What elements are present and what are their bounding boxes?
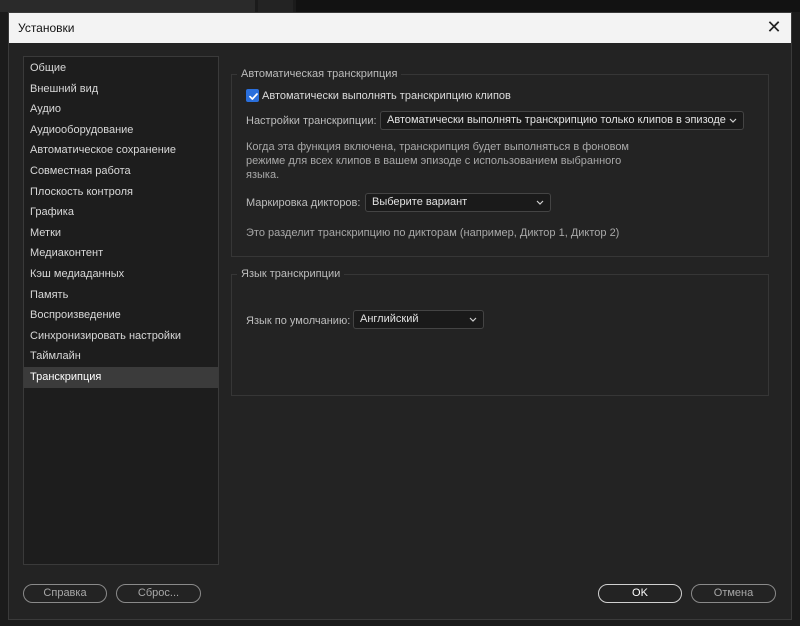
- sidebar-item-memory[interactable]: Память: [24, 285, 218, 306]
- sidebar-item-general[interactable]: Общие: [24, 58, 218, 79]
- chevron-down-icon: [536, 200, 544, 205]
- description-line: режиме для всех клипов в вашем эпизоде с…: [246, 155, 622, 167]
- cancel-button[interactable]: Отмена: [691, 584, 776, 603]
- dropdown-value: Автоматически выполнять транскрипцию тол…: [387, 114, 726, 126]
- sidebar-item-collaboration[interactable]: Совместная работа: [24, 161, 218, 182]
- reset-button[interactable]: Сброс...: [116, 584, 201, 603]
- close-button[interactable]: ✕: [757, 13, 791, 43]
- sidebar-item-timeline[interactable]: Таймлайн: [24, 346, 218, 367]
- auto-transcribe-label[interactable]: Автоматически выполнять транскрипцию кли…: [262, 89, 511, 103]
- group-title: Автоматическая транскрипция: [237, 68, 402, 81]
- background-panel: [296, 0, 800, 12]
- auto-transcription-description: Когда эта функция включена, транскрипция…: [246, 140, 629, 182]
- transcription-language-group: Язык транскрипции Язык по умолчанию: Анг…: [231, 268, 769, 396]
- chevron-down-icon: [469, 317, 477, 322]
- speaker-labeling-label: Маркировка дикторов:: [246, 197, 361, 209]
- sidebar-item-media-cache[interactable]: Кэш медиаданных: [24, 264, 218, 285]
- dialog-title: Установки: [18, 21, 75, 35]
- settings-label: Настройки транскрипции:: [246, 115, 377, 127]
- sidebar-item-sync-settings[interactable]: Синхронизировать настройки: [24, 326, 218, 347]
- description-line: языка.: [246, 169, 280, 181]
- dropdown-value: Английский: [360, 313, 419, 325]
- sidebar-item-control-surface[interactable]: Плоскость контроля: [24, 182, 218, 203]
- checkmark-icon: [249, 93, 258, 100]
- close-icon: ✕: [766, 17, 782, 37]
- dialog-titlebar: Установки: [9, 13, 791, 43]
- default-language-label: Язык по умолчанию:: [246, 315, 351, 327]
- group-title: Язык транскрипции: [237, 268, 345, 281]
- auto-transcription-group: Автоматическая транскрипция Автоматическ…: [231, 68, 769, 257]
- speaker-hint: Это разделит транскрипцию по дикторам (н…: [246, 227, 620, 239]
- sidebar-item-media[interactable]: Медиаконтент: [24, 243, 218, 264]
- sidebar-item-auto-save[interactable]: Автоматическое сохранение: [24, 140, 218, 161]
- sidebar-item-labels[interactable]: Метки: [24, 223, 218, 244]
- help-button[interactable]: Справка: [23, 584, 107, 603]
- speaker-labeling-dropdown[interactable]: Выберите вариант: [365, 193, 551, 212]
- sidebar-item-transcription[interactable]: Транскрипция: [24, 366, 218, 388]
- background-panel: [0, 0, 255, 12]
- sidebar-item-audio-hardware[interactable]: Аудиооборудование: [24, 120, 218, 141]
- dropdown-value: Выберите вариант: [372, 196, 468, 208]
- description-line: Когда эта функция включена, транскрипция…: [246, 141, 629, 153]
- preferences-sidebar: Общие Внешний вид Аудио Аудиооборудовани…: [23, 56, 219, 565]
- background-panel: [258, 0, 293, 12]
- transcription-settings-dropdown[interactable]: Автоматически выполнять транскрипцию тол…: [380, 111, 744, 130]
- sidebar-item-graphics[interactable]: Графика: [24, 202, 218, 223]
- auto-transcribe-checkbox[interactable]: [246, 89, 259, 102]
- default-language-dropdown[interactable]: Английский: [353, 310, 484, 329]
- sidebar-item-audio[interactable]: Аудио: [24, 99, 218, 120]
- chevron-down-icon: [729, 118, 737, 123]
- ok-button[interactable]: OK: [598, 584, 682, 603]
- preferences-dialog: Установки ✕ Общие Внешний вид Аудио Ауди…: [8, 12, 792, 620]
- sidebar-item-appearance[interactable]: Внешний вид: [24, 79, 218, 100]
- sidebar-item-playback[interactable]: Воспроизведение: [24, 305, 218, 326]
